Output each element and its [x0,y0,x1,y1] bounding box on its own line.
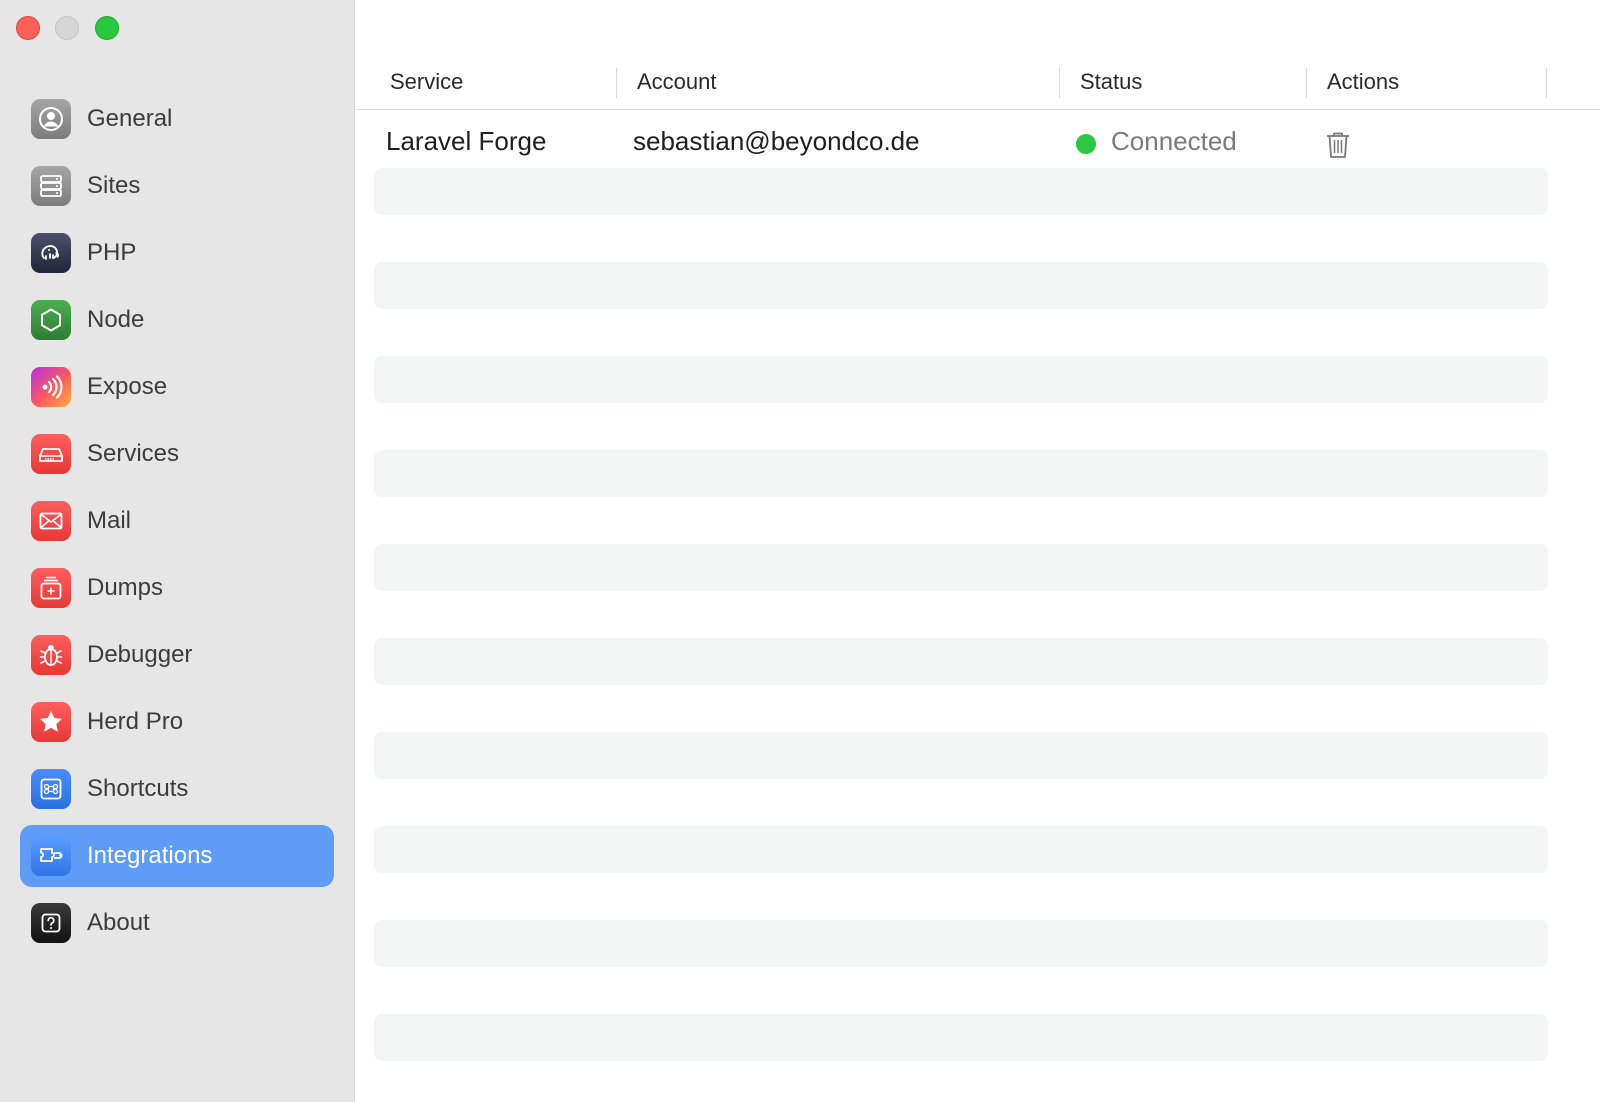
empty-row [374,450,1548,497]
sidebar: General Sites PHP Node Expose Services M… [0,0,355,1102]
sidebar-item-general[interactable]: General [20,88,334,150]
hard-drive-icon [31,434,71,474]
sidebar-item-services[interactable]: Services [20,423,334,485]
empty-row [374,638,1548,685]
sidebar-item-dumps[interactable]: Dumps [20,557,334,619]
sidebar-item-shortcuts[interactable]: Shortcuts [20,758,334,820]
sidebar-item-label: Expose [87,373,168,400]
trash-icon[interactable] [1324,130,1352,160]
sidebar-item-label: Dumps [87,574,164,601]
window-close-button[interactable] [16,16,40,40]
column-header-status[interactable]: Status [1080,64,1142,100]
integrations-panel: Service Account Status Actions Laravel F… [356,0,1600,1102]
empty-row [374,1014,1548,1061]
hexagon-icon [31,300,71,340]
status-cell: Connected [1111,126,1237,156]
empty-row [374,356,1548,403]
table-row[interactable]: Laravel Forge sebastian@beyondco.de Conn… [356,110,1600,172]
sidebar-item-label: Debugger [87,641,193,668]
window-minimize-button[interactable] [55,16,79,40]
sidebar-item-mail[interactable]: Mail [20,490,334,552]
sidebar-item-label: Mail [87,507,132,534]
broadcast-icon [31,367,71,407]
column-header-account[interactable]: Account [637,64,717,100]
star-icon [31,702,71,742]
column-divider[interactable] [616,68,617,98]
sidebar-item-label: Sites [87,172,141,199]
empty-row [374,168,1548,215]
sidebar-item-label: PHP [87,239,137,266]
column-divider[interactable] [1546,68,1547,98]
sidebar-item-php[interactable]: PHP [20,222,334,284]
sidebar-item-label: Integrations [87,842,213,869]
empty-row [374,262,1548,309]
plug-puzzle-icon [31,836,71,876]
sidebar-item-node[interactable]: Node [20,289,334,351]
sidebar-item-label: About [87,909,150,936]
service-cell: Laravel Forge [386,126,547,156]
status-indicator-dot [1076,134,1096,154]
column-header-actions[interactable]: Actions [1327,64,1399,100]
person-circle-icon [31,99,71,139]
command-key-icon [31,769,71,809]
sidebar-nav: General Sites PHP Node Expose Services M… [20,88,334,959]
sidebar-item-about[interactable]: About [20,892,334,954]
sidebar-item-herd-pro[interactable]: Herd Pro [20,691,334,753]
server-stack-icon [31,166,71,206]
settings-window: General Sites PHP Node Expose Services M… [0,0,1600,1102]
stacked-box-icon [31,568,71,608]
sidebar-item-label: Node [87,306,145,333]
empty-row [374,732,1548,779]
sidebar-item-label: General [87,105,173,132]
column-divider[interactable] [1306,68,1307,98]
column-divider[interactable] [1059,68,1060,98]
sidebar-item-sites[interactable]: Sites [20,155,334,217]
empty-row [374,826,1548,873]
sidebar-item-integrations[interactable]: Integrations [20,825,334,887]
table-header: Service Account Status Actions [356,64,1600,110]
envelope-icon [31,501,71,541]
sidebar-item-label: Services [87,440,180,467]
empty-row [374,544,1548,591]
account-cell: sebastian@beyondco.de [633,126,920,156]
sidebar-item-expose[interactable]: Expose [20,356,334,418]
window-zoom-button[interactable] [95,16,119,40]
empty-row [374,920,1548,967]
question-mark-icon [31,903,71,943]
elephant-icon [31,233,71,273]
bug-icon [31,635,71,675]
sidebar-item-label: Shortcuts [87,775,189,802]
column-header-service[interactable]: Service [390,64,463,100]
sidebar-item-debugger[interactable]: Debugger [20,624,334,686]
sidebar-item-label: Herd Pro [87,708,184,735]
